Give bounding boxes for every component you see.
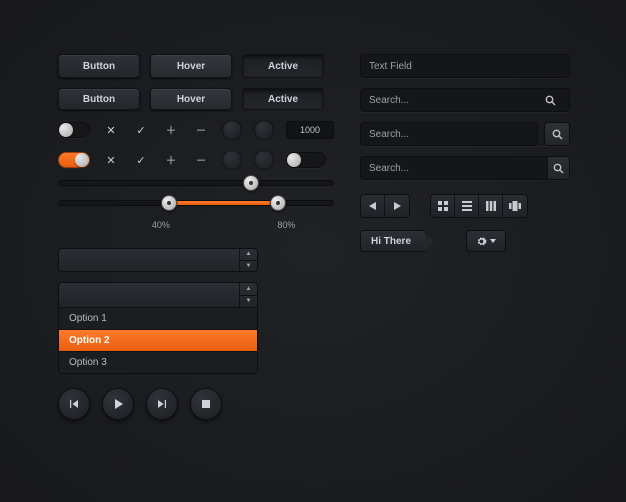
option-label: Option 2: [69, 335, 110, 346]
select-option[interactable]: Option 1: [59, 307, 257, 329]
minus-icon[interactable]: －: [192, 151, 210, 169]
search-placeholder: Search...: [369, 163, 409, 174]
check-icon[interactable]: ✓: [132, 121, 150, 139]
next-button[interactable]: [146, 388, 178, 420]
plus-icon[interactable]: ＋: [162, 151, 180, 169]
prev-icon: [69, 399, 79, 409]
search-placeholder: Search...: [369, 95, 409, 106]
select-option[interactable]: Option 3: [59, 351, 257, 373]
play-button[interactable]: [102, 388, 134, 420]
slider-range[interactable]: [58, 200, 334, 206]
search-field-split[interactable]: Search...: [360, 156, 570, 180]
grid-view-icon: [438, 201, 448, 211]
select-option-selected[interactable]: Option 2: [59, 329, 257, 351]
nav-arrows: [360, 194, 410, 218]
minus-icon[interactable]: －: [192, 121, 210, 139]
select-head[interactable]: ▲ ▼: [59, 283, 257, 307]
option-label: Option 3: [69, 357, 107, 368]
triangle-left-icon: [369, 202, 376, 210]
chevron-up-icon[interactable]: ▲: [240, 283, 257, 296]
button-default[interactable]: Button: [58, 54, 140, 78]
select-stepper[interactable]: ▲ ▼: [239, 249, 257, 271]
view-columns[interactable]: [479, 195, 503, 217]
tag[interactable]: Hi There: [360, 230, 426, 252]
close-icon[interactable]: ✕: [102, 151, 120, 169]
toggle-knob: [59, 123, 73, 137]
chevron-down-icon: [490, 239, 496, 243]
toggle-off[interactable]: [58, 122, 90, 138]
chevron-down-icon[interactable]: ▼: [240, 261, 257, 272]
settings-button[interactable]: [466, 230, 506, 252]
chevron-up-icon[interactable]: ▲: [240, 249, 257, 261]
search-icon[interactable]: [539, 89, 561, 111]
prev-button[interactable]: [58, 388, 90, 420]
nav-next[interactable]: [385, 195, 409, 217]
button-active[interactable]: Active: [242, 54, 324, 78]
numeric-field[interactable]: 1000: [286, 121, 334, 139]
search-button[interactable]: [547, 157, 569, 179]
button-label: Hover: [177, 61, 205, 72]
slider-handle-low[interactable]: [161, 195, 177, 211]
text-field[interactable]: Text Field: [360, 54, 570, 78]
slider-labels: 40% 80%: [58, 220, 334, 230]
button-label: Button: [83, 61, 115, 72]
radio-off-2[interactable]: [254, 120, 274, 140]
toggle-on[interactable]: [58, 152, 90, 168]
plus-icon[interactable]: ＋: [162, 121, 180, 139]
view-list[interactable]: [455, 195, 479, 217]
view-switcher: [430, 194, 528, 218]
slider-low-label: 40%: [152, 220, 170, 230]
search-field-button[interactable]: Search...: [360, 122, 570, 146]
gear-icon: [476, 236, 487, 247]
button-default-small[interactable]: Button: [58, 88, 140, 110]
button-label: Button: [83, 94, 115, 105]
button-hover[interactable]: Hover: [150, 54, 232, 78]
next-icon: [157, 399, 167, 409]
close-icon[interactable]: ✕: [102, 121, 120, 139]
check-icon[interactable]: ✓: [132, 151, 150, 169]
radio-off[interactable]: [222, 120, 242, 140]
toggle-off-2[interactable]: [286, 152, 326, 168]
search-placeholder: Search...: [369, 129, 409, 140]
stop-button[interactable]: [190, 388, 222, 420]
select-collapsed[interactable]: ▲ ▼: [58, 248, 258, 272]
chevron-down-icon[interactable]: ▼: [240, 296, 257, 308]
nav-prev[interactable]: [361, 195, 385, 217]
select-expanded[interactable]: ▲ ▼ Option 1 Option 2 Option 3: [58, 282, 258, 374]
search-icon: [552, 129, 563, 140]
cover-view-icon: [509, 201, 521, 211]
slider-handle-high[interactable]: [270, 195, 286, 211]
numeric-value: 1000: [300, 125, 320, 135]
play-icon: [114, 399, 123, 409]
search-field-inline[interactable]: Search...: [360, 88, 570, 112]
view-cover[interactable]: [503, 195, 527, 217]
slider-single[interactable]: [58, 180, 334, 186]
button-label: Hover: [177, 94, 205, 105]
button-label: Active: [268, 94, 298, 105]
view-grid[interactable]: [431, 195, 455, 217]
stop-icon: [202, 400, 210, 408]
text-field-placeholder: Text Field: [369, 61, 412, 72]
tag-label: Hi There: [371, 236, 411, 247]
radio-button[interactable]: [222, 150, 242, 170]
search-icon: [553, 163, 564, 174]
columns-view-icon: [486, 201, 496, 211]
button-hover-small[interactable]: Hover: [150, 88, 232, 110]
triangle-right-icon: [394, 202, 401, 210]
select-stepper[interactable]: ▲ ▼: [239, 283, 257, 307]
toggle-knob: [75, 153, 89, 167]
button-label: Active: [268, 61, 298, 72]
radio-button-2[interactable]: [254, 150, 274, 170]
option-label: Option 1: [69, 313, 107, 324]
list-view-icon: [462, 201, 472, 211]
button-active-small[interactable]: Active: [242, 88, 324, 110]
slider-handle[interactable]: [243, 175, 259, 191]
search-button[interactable]: [544, 122, 570, 146]
toggle-knob: [287, 153, 301, 167]
slider-high-label: 80%: [277, 220, 295, 230]
